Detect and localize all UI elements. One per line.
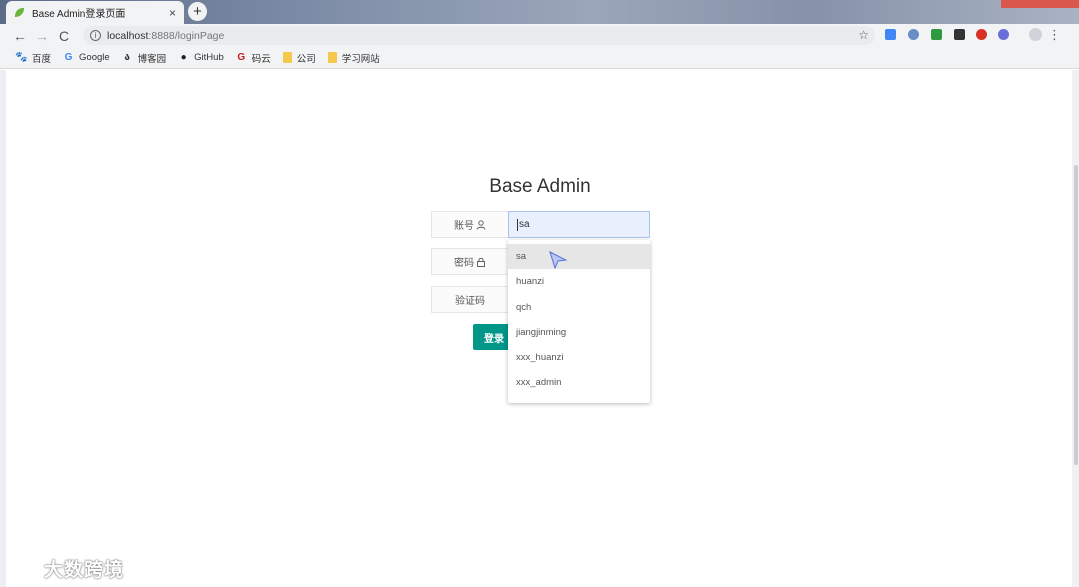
- folder-icon: [282, 52, 292, 63]
- autocomplete-dropdown: sa huanzi qch jiangjinming xxx_huanzi xxx_adm…: [508, 240, 650, 403]
- watermark-text: 大数跨境: [44, 560, 125, 581]
- shield-icon[interactable]: [931, 29, 942, 40]
- gitee-icon: G: [237, 52, 246, 63]
- extension-icon-6[interactable]: [998, 29, 1009, 40]
- autocomplete-option[interactable]: jiangjinming: [508, 320, 650, 345]
- page-title: Base Admin: [489, 176, 591, 197]
- watermark-logo-icon: [9, 560, 40, 576]
- account-label: 账号: [431, 211, 509, 238]
- autocomplete-option[interactable]: sa: [508, 244, 650, 270]
- url-host: localhost: [107, 29, 149, 42]
- autocomplete-option[interactable]: huanzi: [508, 269, 650, 294]
- bookmark-label: Google: [79, 52, 110, 63]
- lock-icon: [477, 257, 485, 267]
- window-close-button[interactable]: [1001, 0, 1079, 8]
- password-label-text: 密码: [454, 258, 474, 269]
- bookmark-item[interactable]: G Google: [63, 52, 110, 63]
- new-tab-button[interactable]: +: [188, 2, 207, 21]
- captcha-label: 验证码: [431, 286, 509, 313]
- bookmark-label: 百度: [32, 53, 52, 65]
- browser-titlebar: Base Admin登录页面 × +: [0, 0, 1079, 24]
- bookmark-item[interactable]: 公司: [282, 51, 316, 65]
- profile-avatar-icon[interactable]: [1029, 28, 1042, 41]
- bookmark-label: 码云: [251, 53, 271, 65]
- bookmark-star-icon[interactable]: ☆: [858, 28, 869, 42]
- url-path: :8888/loginPage: [148, 29, 225, 42]
- back-icon[interactable]: ←: [9, 28, 31, 44]
- paw-icon: 🐾: [15, 52, 28, 63]
- info-icon[interactable]: i: [90, 30, 101, 41]
- scrollbar-thumb[interactable]: [1074, 165, 1078, 465]
- browser-tab[interactable]: Base Admin登录页面 ×: [6, 1, 184, 24]
- page-left-edge: [0, 70, 6, 587]
- bookmark-item[interactable]: ა 博客园: [122, 51, 167, 65]
- opera-icon[interactable]: [976, 29, 987, 40]
- account-input[interactable]: sa: [508, 211, 650, 238]
- bookmarks-bar: 🐾 百度 G Google ა 博客园 ● GitHub G 码云 公司 学习网站: [0, 47, 1079, 69]
- extension-icon-1[interactable]: [885, 29, 896, 40]
- tab-close-button[interactable]: ×: [169, 6, 176, 20]
- folder-icon: [327, 52, 337, 63]
- bookmark-item[interactable]: G 码云: [236, 51, 271, 65]
- cursor-icon: [549, 251, 567, 269]
- autocomplete-option[interactable]: qch: [508, 295, 650, 320]
- cnblogs-icon: ა: [124, 52, 130, 63]
- google-icon: G: [64, 52, 73, 63]
- page-scrollbar[interactable]: [1072, 70, 1079, 587]
- bookmark-item[interactable]: 学习网站: [327, 51, 380, 65]
- watermark: 大数跨境: [8, 555, 124, 582]
- login-button[interactable]: 登录: [473, 324, 513, 350]
- forward-icon[interactable]: →: [31, 28, 53, 44]
- password-label: 密码: [431, 248, 509, 275]
- extension-icon-4[interactable]: [954, 29, 965, 40]
- bookmark-item[interactable]: 🐾 百度: [15, 51, 52, 65]
- captcha-label-text: 验证码: [455, 296, 485, 307]
- bookmark-item[interactable]: ● GitHub: [178, 52, 224, 63]
- text-caret: [517, 218, 518, 231]
- reload-icon[interactable]: C: [53, 28, 75, 44]
- autocomplete-option[interactable]: xxx_admin: [508, 370, 650, 395]
- leaf-icon: [14, 7, 25, 18]
- tab-title: Base Admin登录页面: [32, 9, 126, 20]
- bookmark-label: 公司: [296, 53, 316, 65]
- github-icon: ●: [180, 52, 187, 63]
- account-label-text: 账号: [454, 221, 474, 232]
- user-icon: [476, 219, 486, 230]
- account-input-value: sa: [519, 219, 530, 230]
- browser-menu-icon[interactable]: ⋮: [1048, 27, 1061, 43]
- bookmark-label: GitHub: [194, 52, 224, 63]
- bookmark-label: 博客园: [137, 53, 167, 65]
- address-bar[interactable]: i localhost:8888/loginPage ☆: [83, 26, 875, 45]
- autocomplete-option[interactable]: xxx_huanzi: [508, 345, 650, 370]
- bookmark-label: 学习网站: [341, 53, 380, 65]
- extension-icon-2[interactable]: [908, 29, 919, 40]
